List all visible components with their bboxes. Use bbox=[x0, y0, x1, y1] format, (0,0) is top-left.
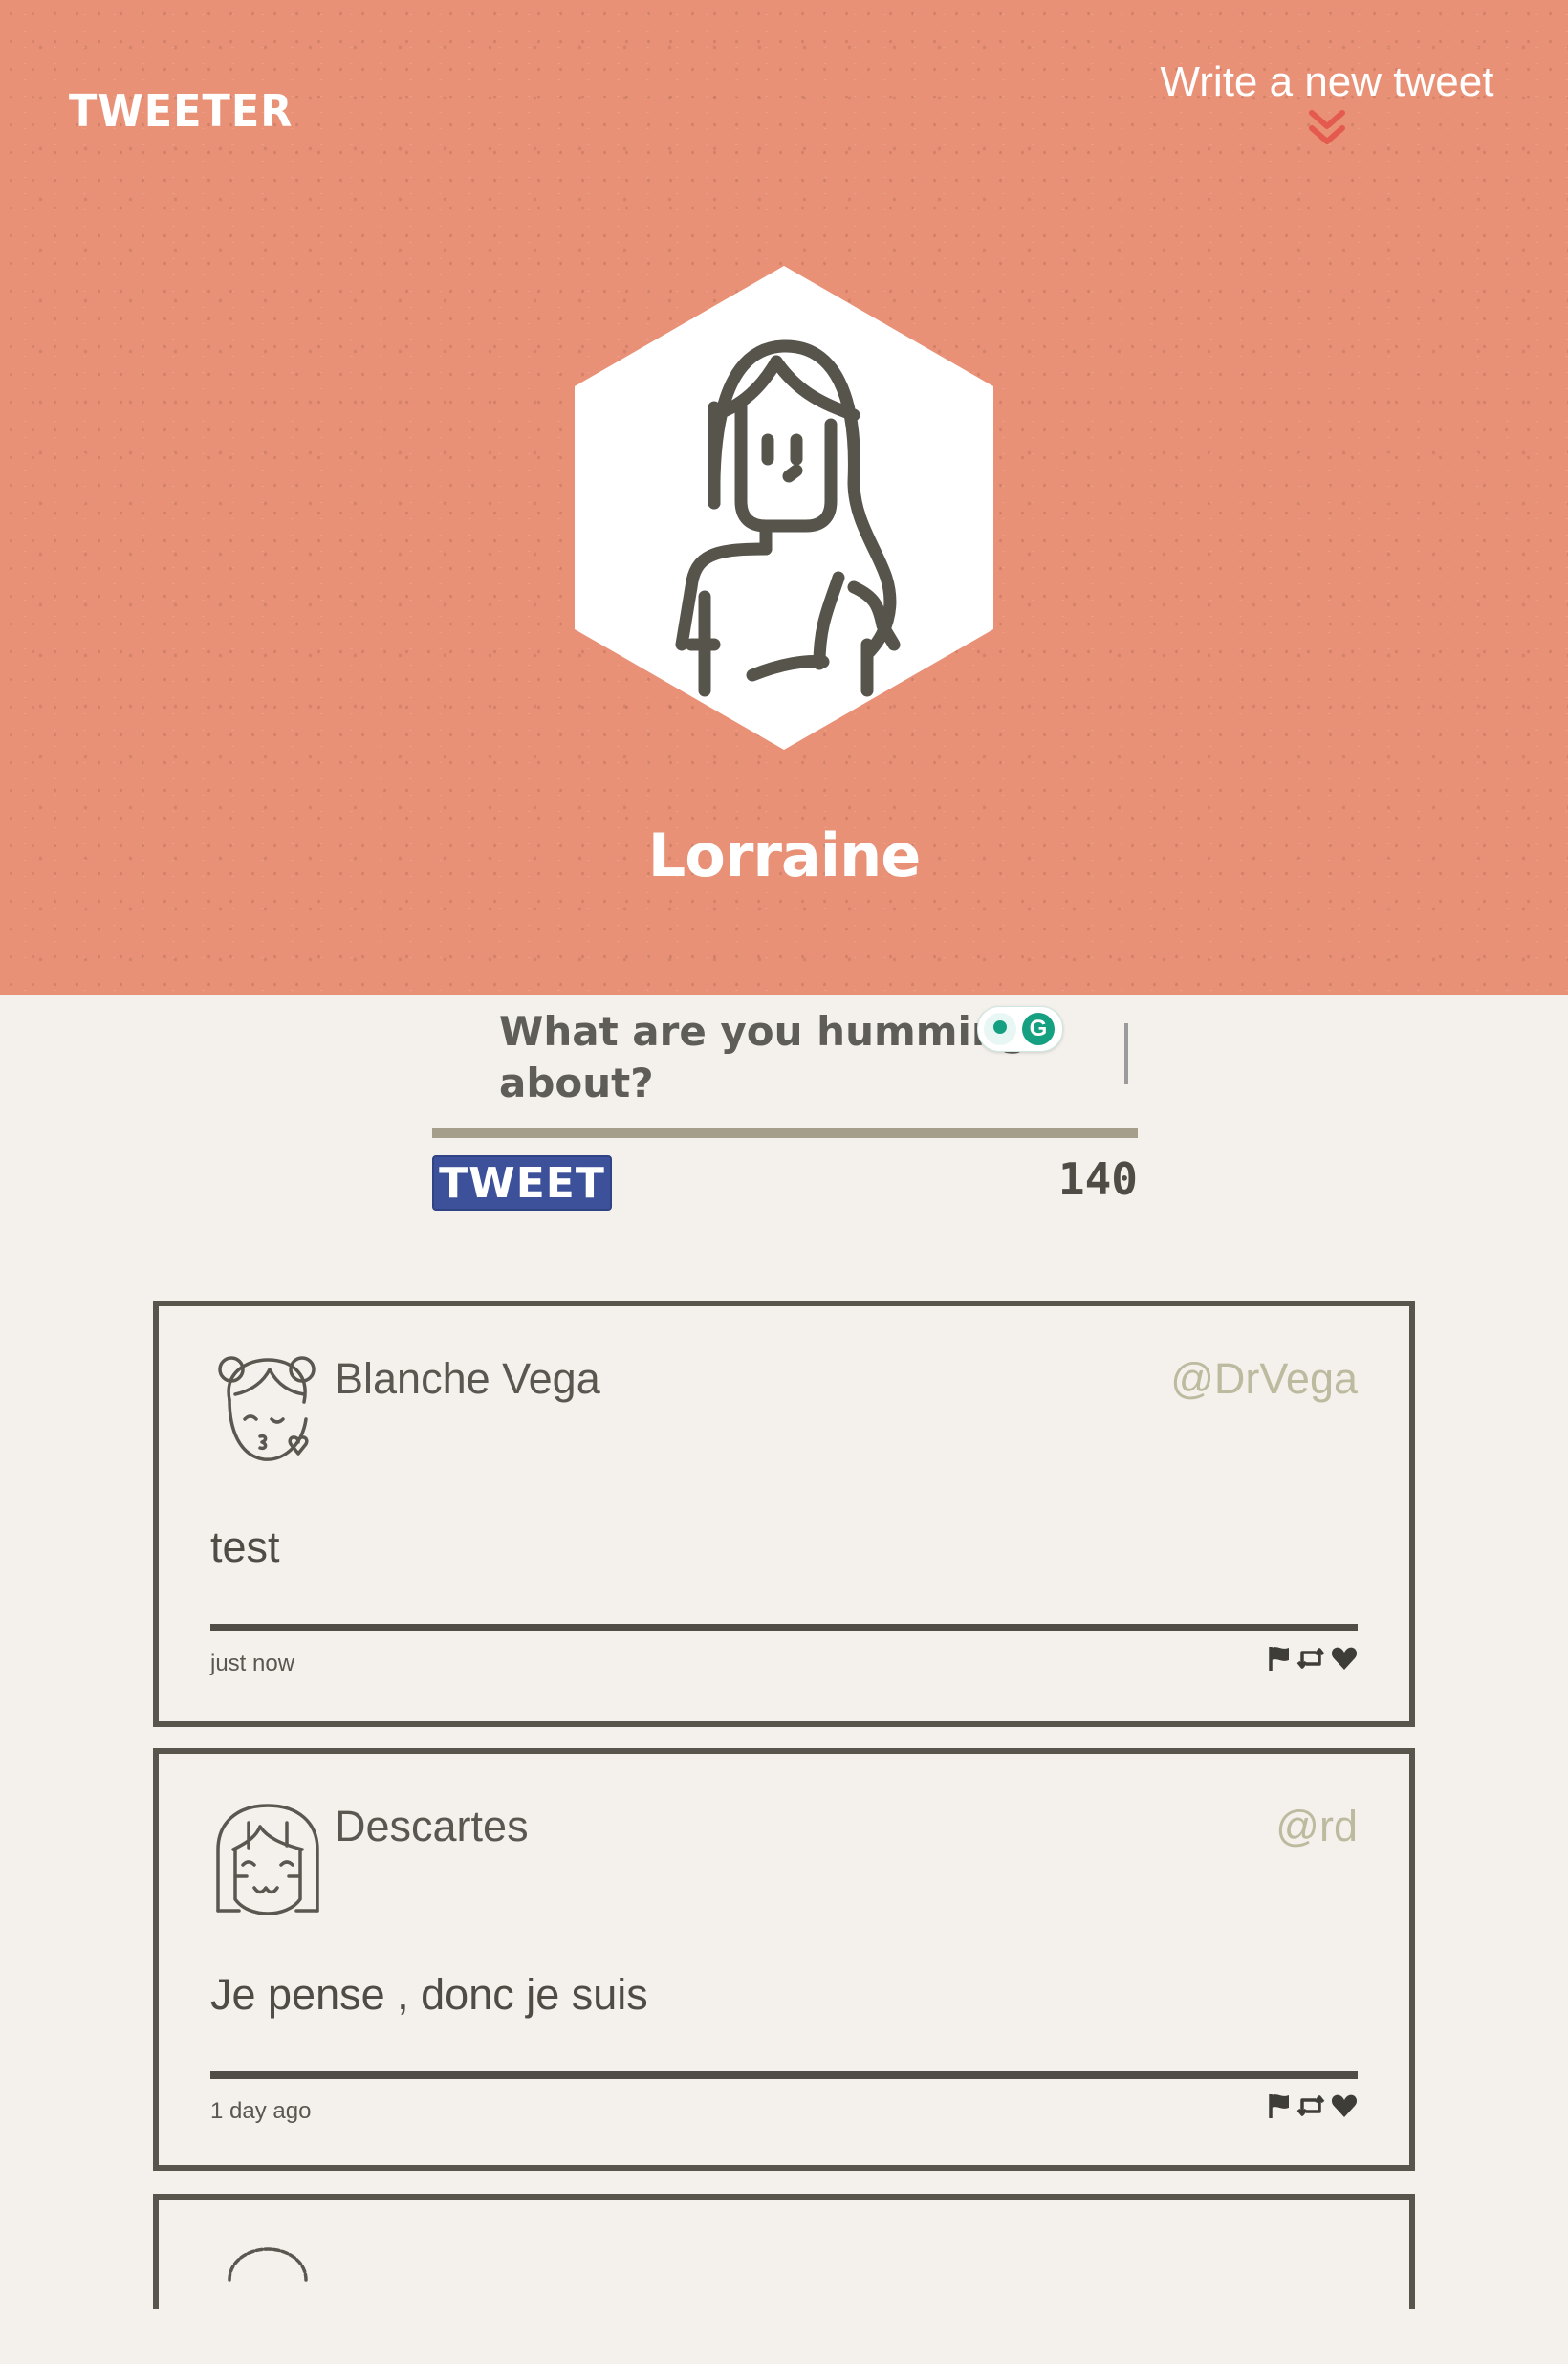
tweet-content: Je pense , donc je suis bbox=[210, 1970, 648, 2019]
tweet-author-handle: @DrVega bbox=[1170, 1354, 1358, 1403]
char-counter: 140 bbox=[1057, 1153, 1138, 1205]
tweet-card: Blanche Vega @DrVega test just now bbox=[153, 1301, 1415, 1727]
grammarly-widget[interactable]: G bbox=[977, 1006, 1063, 1052]
retweet-icon[interactable] bbox=[1296, 2092, 1325, 2119]
profile-avatar bbox=[575, 266, 993, 750]
tweet-card bbox=[153, 2194, 1415, 2309]
grammarly-g-icon: G bbox=[1022, 1013, 1055, 1045]
tweet-timestamp: 1 day ago bbox=[210, 2098, 312, 2124]
grammarly-suggestion-icon bbox=[984, 1013, 1016, 1045]
heart-icon[interactable] bbox=[1331, 2092, 1358, 2119]
avatar-icon bbox=[228, 2247, 308, 2282]
profile-name: Lorraine bbox=[647, 821, 922, 890]
tweet-timestamp: just now bbox=[210, 1651, 295, 1676]
tweet-actions bbox=[1268, 1645, 1358, 1675]
chevron-double-down-icon bbox=[1309, 110, 1345, 145]
tweet-actions bbox=[1268, 2092, 1358, 2123]
flag-icon[interactable] bbox=[1268, 1645, 1291, 1672]
app-logo[interactable]: TWEETER bbox=[69, 86, 293, 138]
tweet-card: Descartes @rd Je pense , donc je suis 1 … bbox=[153, 1748, 1415, 2171]
tweet-content: test bbox=[210, 1522, 280, 1571]
write-new-tweet-link[interactable]: Write a new tweet bbox=[1155, 58, 1499, 147]
girl-kiss-avatar-icon bbox=[218, 1356, 316, 1461]
composer-divider bbox=[432, 1128, 1138, 1138]
scrollbar[interactable] bbox=[1124, 1023, 1128, 1084]
girl-bangs-avatar-icon bbox=[216, 1804, 319, 1915]
tweet-author-handle: @rd bbox=[1275, 1802, 1358, 1850]
tweet-author-name: Descartes bbox=[335, 1802, 529, 1850]
retweet-icon[interactable] bbox=[1296, 1645, 1325, 1672]
write-new-tweet-label: Write a new tweet bbox=[1160, 58, 1494, 105]
tweet-divider bbox=[210, 1624, 1358, 1631]
profile-header: TWEETER Write a new tweet Lorraine bbox=[0, 0, 1568, 995]
heart-icon[interactable] bbox=[1331, 1645, 1358, 1672]
tweet-divider bbox=[210, 2071, 1358, 2079]
flag-icon[interactable] bbox=[1268, 2092, 1291, 2119]
tweet-author-name: Blanche Vega bbox=[335, 1354, 600, 1403]
tweet-submit-button[interactable]: TWEET bbox=[432, 1155, 612, 1211]
